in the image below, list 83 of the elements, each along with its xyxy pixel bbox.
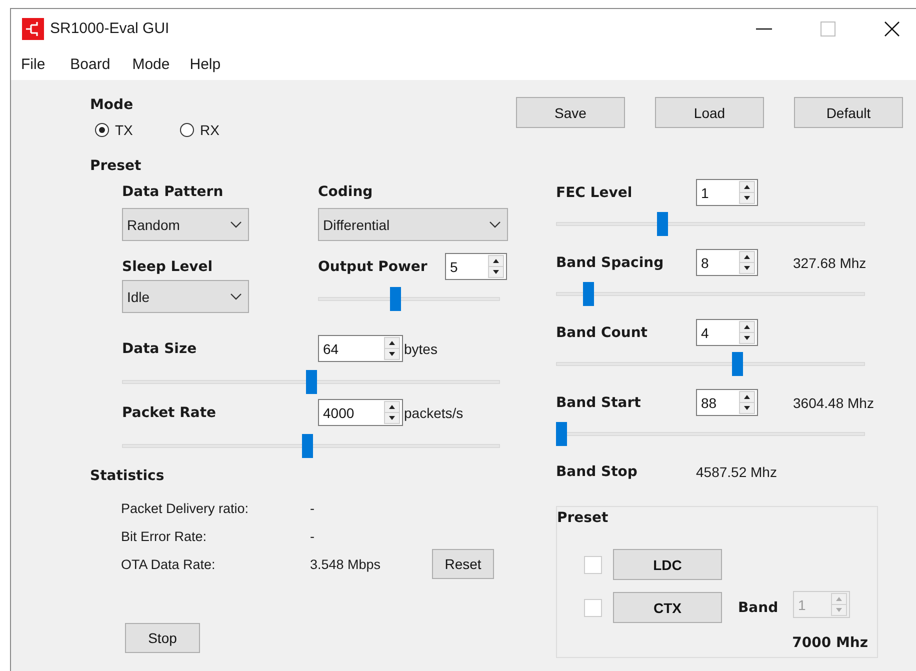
spin-arrows-icon	[384, 401, 400, 424]
spin-arrows-icon	[831, 593, 847, 616]
stat-label: Bit Error Rate:	[121, 528, 208, 544]
unit-label: bytes	[404, 340, 438, 356]
stat-label: OTA Data Rate:	[121, 556, 216, 572]
slider-thumb[interactable]	[657, 212, 668, 236]
spin-arrows-icon	[739, 181, 755, 204]
field-label: Sleep Level	[122, 258, 213, 276]
chevron-down-icon	[230, 221, 242, 228]
field-label: FEC Level	[556, 184, 632, 202]
slider[interactable]	[556, 212, 865, 236]
slider-thumb[interactable]	[390, 287, 401, 311]
slider[interactable]	[556, 352, 865, 376]
window-title: SR1000-Eval GUI	[50, 20, 170, 37]
chevron-down-icon	[489, 221, 501, 228]
spin-arrows-icon	[739, 321, 755, 344]
slider-thumb[interactable]	[556, 422, 567, 446]
number-spinner[interactable]: 4000	[318, 399, 403, 426]
field-label: Band Spacing	[556, 254, 664, 272]
spin-arrows-icon	[384, 337, 400, 360]
slider[interactable]	[556, 422, 865, 446]
section-label: Statistics	[90, 467, 164, 485]
slider[interactable]	[556, 282, 865, 306]
field-label: Data Pattern	[122, 183, 224, 201]
number-spinner[interactable]: 8	[696, 249, 758, 276]
stat-value: 3.548 Mbps	[310, 556, 382, 572]
preset-button[interactable]: CTX	[613, 592, 722, 623]
menu-item[interactable]: Board	[70, 56, 110, 72]
stat-value: -	[310, 528, 316, 544]
menu-item[interactable]: Help	[190, 56, 221, 72]
slider[interactable]	[318, 287, 500, 311]
menu-item[interactable]: File	[21, 56, 46, 72]
field-label: Band Stop	[556, 463, 638, 481]
preset-button[interactable]: LDC	[613, 549, 722, 580]
dropdown[interactable]: Random	[122, 208, 249, 241]
action-button[interactable]: Save	[516, 97, 625, 128]
field-label: Coding	[318, 183, 374, 201]
checkbox[interactable]	[584, 556, 602, 574]
radio-option[interactable]: TX	[95, 122, 180, 138]
action-button[interactable]: Default	[794, 97, 903, 128]
spin-arrows-icon	[739, 391, 755, 414]
dropdown[interactable]: Differential	[318, 208, 508, 241]
frequency-reading: 327.68 Mhz	[793, 254, 866, 270]
number-spinner[interactable]: 64	[318, 335, 403, 362]
group-title: Preset	[557, 509, 608, 527]
frequency-reading: 3604.48 Mhz	[793, 394, 874, 410]
slider[interactable]	[122, 434, 500, 458]
slider[interactable]	[122, 370, 500, 394]
frequency-label: 7000 Mhz	[792, 634, 868, 652]
field-label: Data Size	[122, 340, 197, 358]
slider-thumb[interactable]	[306, 370, 316, 394]
slider-thumb[interactable]	[302, 434, 313, 458]
stop-button[interactable]: Stop	[125, 623, 200, 653]
action-button[interactable]: Load	[655, 97, 764, 128]
field-label: Packet Rate	[122, 404, 216, 422]
spin-arrows-icon	[739, 251, 755, 274]
chevron-down-icon	[230, 293, 242, 300]
checkbox[interactable]	[584, 598, 602, 616]
field-label: Band Start	[556, 394, 641, 412]
slider-thumb[interactable]	[732, 352, 743, 376]
app-logo-icon	[22, 18, 44, 40]
stat-label: Packet Delivery ratio:	[121, 500, 250, 516]
radio-label: RX	[200, 122, 220, 138]
stat-value: -	[310, 500, 316, 516]
number-spinner[interactable]: 88	[696, 389, 758, 416]
field-label: Output Power	[318, 258, 428, 276]
dropdown[interactable]: Idle	[122, 280, 249, 313]
menu-item[interactable]: Mode	[132, 56, 170, 72]
slider-thumb[interactable]	[582, 282, 594, 306]
close-icon[interactable]	[884, 20, 900, 36]
radio-label: TX	[115, 122, 133, 138]
field-label: Band Count	[556, 324, 648, 342]
reset-button[interactable]: Reset	[432, 549, 494, 579]
radio-option[interactable]: RX	[180, 122, 265, 138]
section-label: Mode	[90, 96, 134, 114]
number-spinner[interactable]: 1	[696, 179, 758, 206]
section-label: Preset	[90, 157, 142, 175]
unit-label: packets/s	[404, 404, 464, 420]
spin-arrows-icon	[488, 255, 504, 278]
number-spinner[interactable]: 5	[445, 253, 507, 280]
frequency-reading: 4587.52 Mhz	[696, 464, 777, 480]
field-label: Band	[738, 598, 778, 616]
number-spinner[interactable]: 4	[696, 319, 758, 346]
